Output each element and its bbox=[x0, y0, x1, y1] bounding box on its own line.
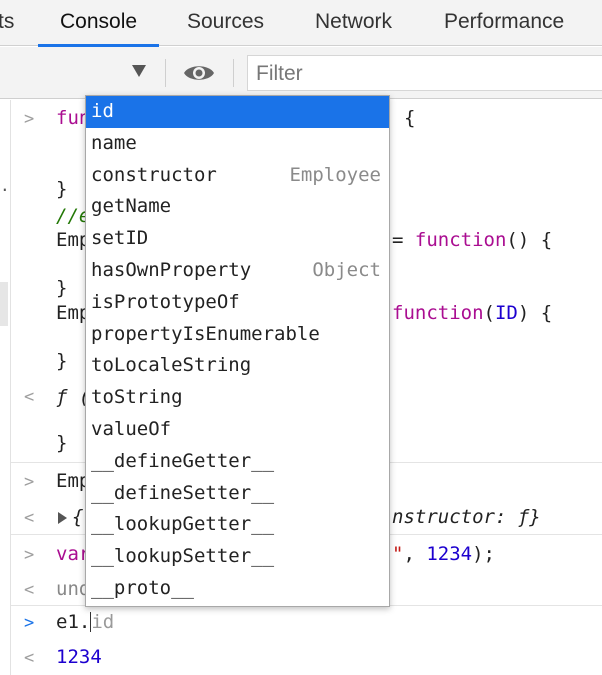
filter-input[interactable]: Filter bbox=[247, 55, 602, 91]
suggestion-item[interactable]: valueOf bbox=[86, 414, 389, 446]
code-line: function(ID) { bbox=[392, 302, 553, 324]
suggestion-item[interactable]: name bbox=[86, 128, 389, 160]
tab-performance[interactable]: Performance bbox=[444, 0, 564, 46]
triangle-down-icon[interactable] bbox=[132, 65, 146, 77]
expand-triangle-icon[interactable] bbox=[58, 512, 67, 524]
gutter-dot: . bbox=[0, 176, 10, 195]
code-line: ", 1234); bbox=[392, 543, 495, 565]
result-number: 1234 bbox=[56, 646, 102, 668]
input-prompt-icon: > bbox=[24, 613, 35, 633]
result-object[interactable]: { bbox=[72, 505, 83, 529]
suggestion-item[interactable]: isPrototypeOf bbox=[86, 287, 389, 319]
code-line: } bbox=[56, 178, 68, 200]
code-line: { bbox=[404, 107, 416, 129]
console-left-border bbox=[10, 100, 11, 675]
suggestion-item[interactable]: hasOwnProperty Object bbox=[86, 255, 389, 287]
input-prompt-icon: > bbox=[24, 545, 35, 565]
suggestion-item[interactable]: setID bbox=[86, 223, 389, 255]
suggestion-item[interactable]: __defineSetter__ bbox=[86, 478, 389, 510]
suggestion-item[interactable]: getName bbox=[86, 191, 389, 223]
gutter-highlight bbox=[0, 282, 8, 326]
suggestion-item[interactable]: __lookupGetter__ bbox=[86, 509, 389, 541]
code-line: } bbox=[56, 432, 68, 454]
suggestion-item[interactable]: toLocaleString bbox=[86, 350, 389, 382]
autocomplete-dropdown: id name constructor Employee getName setI… bbox=[85, 95, 390, 607]
input-prompt-icon: > bbox=[24, 472, 35, 492]
code-line: } bbox=[56, 350, 68, 372]
input-prompt-icon: > bbox=[24, 109, 35, 129]
tab-elements-partial[interactable]: ts bbox=[0, 0, 14, 46]
result-prompt-icon: < bbox=[24, 580, 35, 600]
suggestion-item[interactable]: toString bbox=[86, 382, 389, 414]
console-input[interactable]: e1.id bbox=[56, 610, 114, 634]
suggestion-item[interactable]: __defineGetter__ bbox=[86, 446, 389, 478]
toolbar-divider bbox=[165, 59, 166, 87]
result-object-tail: nstructor: ƒ} bbox=[392, 506, 541, 528]
toolbar-divider bbox=[233, 59, 234, 87]
suggestion-item[interactable]: __lookupSetter__ bbox=[86, 541, 389, 573]
tab-sources[interactable]: Sources bbox=[187, 0, 264, 46]
tab-network[interactable]: Network bbox=[315, 0, 392, 46]
result-prompt-icon: < bbox=[24, 648, 35, 668]
suggestion-item[interactable]: propertyIsEnumerable bbox=[86, 319, 389, 351]
panel-tab-bar: ts Console Sources Network Performance bbox=[0, 0, 602, 47]
suggestion-item[interactable]: constructor Employee bbox=[86, 160, 389, 192]
suggestion-item[interactable]: __proto__ bbox=[86, 573, 389, 605]
code-line: } bbox=[56, 277, 68, 299]
result-prompt-icon: < bbox=[24, 508, 35, 528]
suggestion-type: Employee bbox=[289, 163, 381, 186]
code-line: = function() { bbox=[392, 229, 553, 251]
eye-icon[interactable] bbox=[183, 62, 215, 84]
tab-console[interactable]: Console bbox=[37, 0, 160, 47]
suggestion-item-selected[interactable]: id bbox=[86, 96, 389, 128]
suggestion-type: Object bbox=[312, 258, 381, 281]
console-toolbar: Filter bbox=[0, 47, 602, 99]
result-prompt-icon: < bbox=[24, 387, 35, 407]
